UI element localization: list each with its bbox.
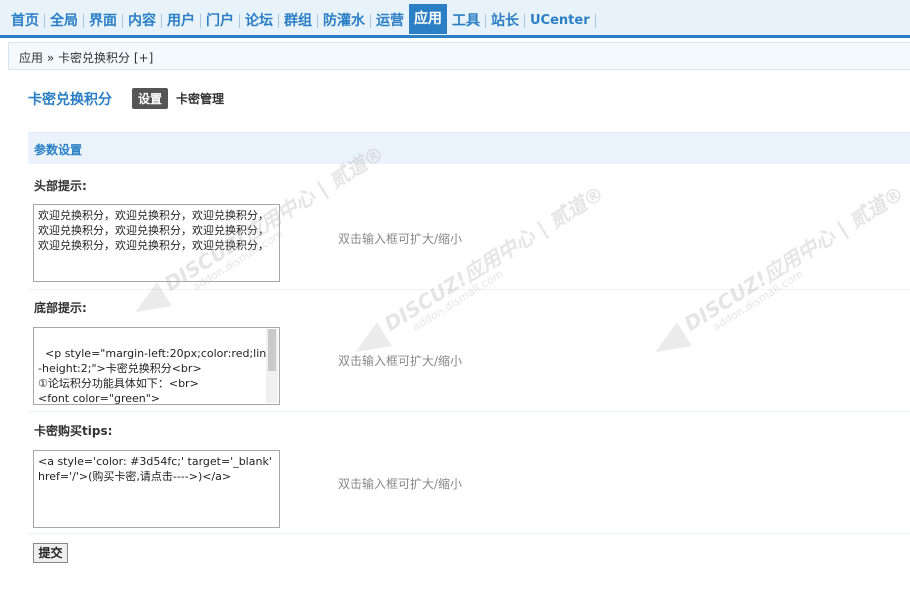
row-divider <box>28 411 910 412</box>
nav-item-groups[interactable]: 群组 <box>279 10 317 32</box>
nav-item-operations[interactable]: 运营 <box>371 10 409 32</box>
row-divider <box>28 289 910 290</box>
watermark-brand: DISCUZ!应用中心 | 贰道® <box>679 180 909 336</box>
nav-separator <box>594 14 596 28</box>
nav-item-ucenter[interactable]: UCenter <box>525 10 595 32</box>
nav-item-tools[interactable]: 工具 <box>447 10 485 32</box>
plugin-title: 卡密兑换积分 <box>28 91 112 108</box>
scrollbar-thumb[interactable] <box>268 329 276 371</box>
tab-settings[interactable]: 设置 <box>132 88 169 109</box>
header-tip-hint: 双击输入框可扩大/缩小 <box>338 232 463 246</box>
buy-tips-hint: 双击输入框可扩大/缩小 <box>338 477 463 491</box>
watermark-url: addon.dismall.com <box>710 267 806 334</box>
footer-tip-label: 底部提示: <box>34 301 87 315</box>
plugin-header: 卡密兑换积分 设置 卡密管理 <box>28 88 224 109</box>
breadcrumb: 应用 » 卡密兑换积分 [+] <box>19 49 153 66</box>
nav-item-webmaster[interactable]: 站长 <box>486 10 524 32</box>
nav-item-global[interactable]: 全局 <box>45 10 83 32</box>
watermark-arrow-icon <box>648 322 692 364</box>
header-tip-textarea[interactable]: 欢迎兑换积分，欢迎兑换积分，欢迎兑换积分，欢迎兑换积分，欢迎兑换积分，欢迎兑换积… <box>33 204 280 282</box>
nav-item-apps[interactable]: 应用 <box>409 4 447 34</box>
section-header: 参数设置 <box>28 132 910 164</box>
nav-item-users[interactable]: 用户 <box>162 10 200 32</box>
breadcrumb-root[interactable]: 应用 <box>19 51 43 65</box>
nav-item-portal[interactable]: 门户 <box>201 10 239 32</box>
nav-item-forum[interactable]: 论坛 <box>240 10 278 32</box>
watermark-url: addon.dismall.com <box>410 267 506 334</box>
footer-tip-text: <p style="margin-left:20px;color:red;lin… <box>38 347 274 405</box>
submit-button[interactable]: 提交 <box>33 543 68 563</box>
tab-card-management[interactable]: 卡密管理 <box>176 90 224 107</box>
breadcrumb-separator: » <box>46 51 55 65</box>
nav-item-antispam[interactable]: 防灌水 <box>318 10 370 32</box>
row-divider <box>28 533 910 534</box>
watermark: DISCUZ!应用中心 | 贰道® addon.dismall.com <box>644 181 908 385</box>
watermark-brand: DISCUZ!应用中心 | 贰道® <box>379 180 609 336</box>
buy-tips-label: 卡密购买tips: <box>34 424 113 438</box>
top-nav-list: 首页 全局 界面 内容 用户 门户 论坛 群组 防灌水 运营 应用 工具 站长 … <box>6 4 596 34</box>
breadcrumb-current: 卡密兑换积分 <box>58 51 131 65</box>
footer-tip-hint: 双击输入框可扩大/缩小 <box>338 354 463 368</box>
top-navigation: 首页 全局 界面 内容 用户 门户 论坛 群组 防灌水 运营 应用 工具 站长 … <box>0 0 910 38</box>
footer-tip-textarea[interactable]: <p style="margin-left:20px;color:red;lin… <box>33 327 280 405</box>
add-shortcut-button[interactable]: [+] <box>134 51 153 65</box>
footer-tip-scrollbar[interactable] <box>266 329 278 403</box>
nav-item-style[interactable]: 界面 <box>84 10 122 32</box>
breadcrumb-bar: 应用 » 卡密兑换积分 [+] <box>8 42 910 70</box>
buy-tips-textarea[interactable]: <a style='color: #3d54fc;' target='_blan… <box>33 450 280 528</box>
header-tip-label: 头部提示: <box>34 179 87 193</box>
section-title: 参数设置 <box>34 143 83 157</box>
nav-item-home[interactable]: 首页 <box>6 10 44 32</box>
nav-item-content[interactable]: 内容 <box>123 10 161 32</box>
